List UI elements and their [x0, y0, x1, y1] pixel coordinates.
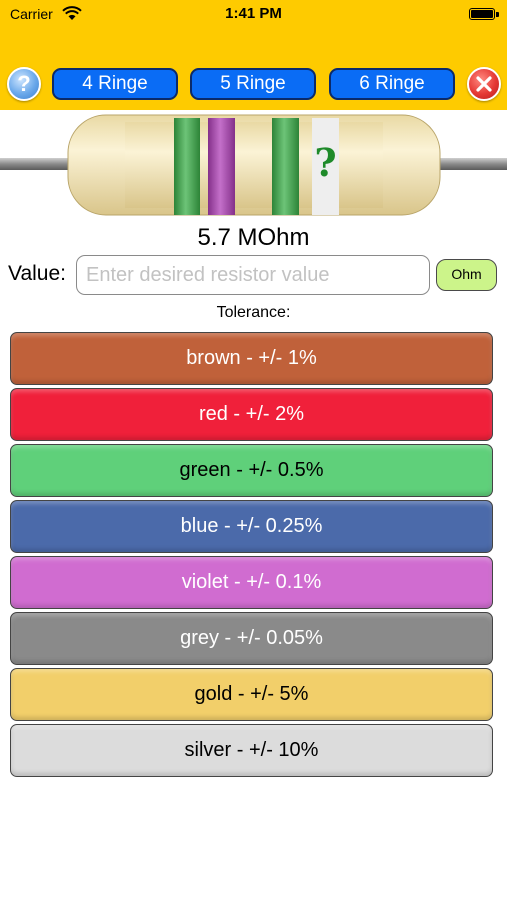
tolerance-option-gold[interactable]: gold - +/- 5% [10, 668, 493, 721]
band-2-shade [208, 118, 235, 215]
tolerance-option-red[interactable]: red - +/- 2% [10, 388, 493, 441]
top-bar: Carrier 1:41 PM ? 4 Ringe 5 Ringe 6 Ring… [0, 0, 507, 110]
tolerance-option-grey[interactable]: grey - +/- 0.05% [10, 612, 493, 665]
tolerance-option-blue[interactable]: blue - +/- 0.25% [10, 500, 493, 553]
five-ring-button[interactable]: 5 Ringe [190, 68, 316, 100]
close-button[interactable] [467, 67, 501, 101]
status-bar: Carrier 1:41 PM [0, 0, 507, 30]
question-circle-icon: ? [17, 71, 31, 96]
resistance-value-display: 5.7 MOhm [197, 224, 310, 251]
resistor-neck [125, 122, 383, 208]
tolerance-list: brown - +/- 1% red - +/- 2% green - +/- … [10, 332, 493, 780]
band-3-shade [272, 118, 299, 215]
tolerance-option-green[interactable]: green - +/- 0.5% [10, 444, 493, 497]
battery-icon [469, 8, 495, 20]
resistor-graphic: ? [0, 114, 507, 216]
six-ring-button[interactable]: 6 Ringe [329, 68, 455, 100]
help-button[interactable]: ? [7, 67, 41, 101]
band-1-shade [174, 118, 200, 215]
value-label: Value: [8, 262, 66, 285]
unknown-band-symbol: ? [314, 140, 336, 185]
resistor-value-input[interactable] [76, 255, 430, 295]
battery-tip [496, 12, 499, 17]
ohm-unit-button[interactable]: Ohm [436, 259, 497, 291]
right-lead-wire [430, 158, 507, 170]
close-circle-icon [476, 76, 492, 92]
tolerance-option-brown[interactable]: brown - +/- 1% [10, 332, 493, 385]
four-ring-button[interactable]: 4 Ringe [52, 68, 178, 100]
tolerance-option-violet[interactable]: violet - +/- 0.1% [10, 556, 493, 609]
clock: 1:41 PM [225, 5, 282, 22]
tolerance-label: Tolerance: [216, 304, 291, 321]
tolerance-option-silver[interactable]: silver - +/- 10% [10, 724, 493, 777]
